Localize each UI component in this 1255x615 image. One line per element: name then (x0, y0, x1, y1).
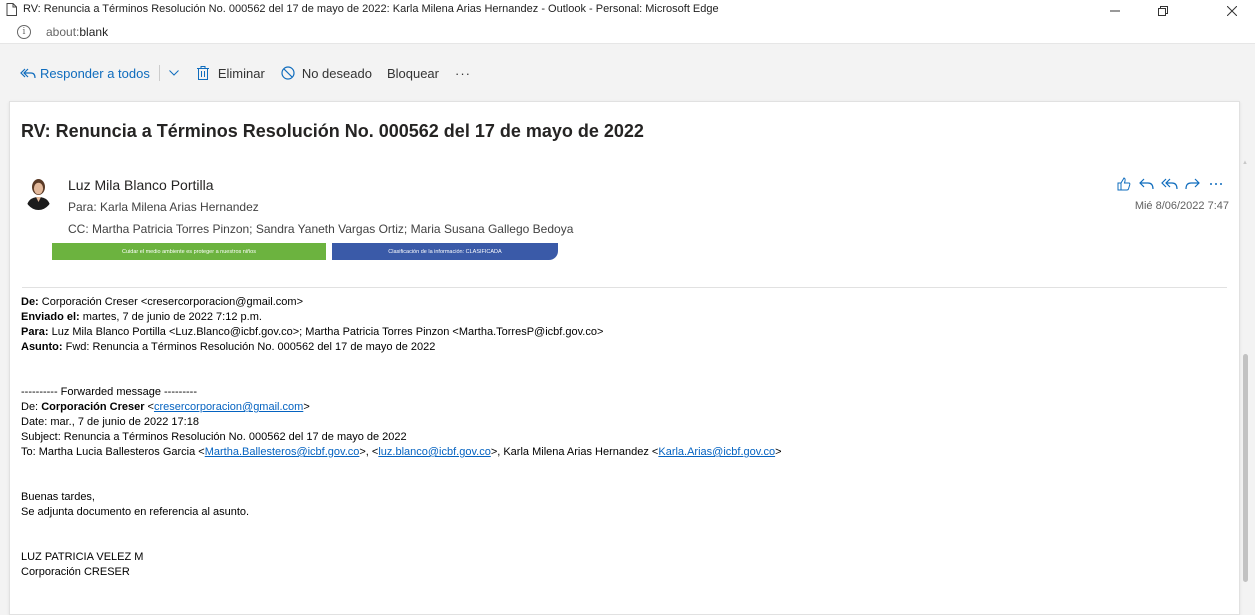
scroll-up-icon[interactable]: ▲ (1242, 160, 1248, 166)
message-body: De: Corporación Creser <cresercorporacio… (21, 295, 782, 580)
header-divider (22, 287, 1227, 288)
info-icon[interactable]: i (17, 25, 31, 39)
email-link[interactable]: Karla.Arias@icbf.gov.co (658, 446, 775, 458)
email-subject: RV: Renuncia a Términos Resolución No. 0… (21, 121, 644, 141)
message-toolbar: Responder a todos Eliminar No deseado Bl… (0, 58, 471, 88)
email-link[interactable]: luz.blanco@icbf.gov.co (378, 446, 490, 458)
trash-icon (196, 66, 209, 80)
page-icon (6, 3, 17, 21)
reply-icon[interactable] (1135, 174, 1158, 194)
close-icon[interactable] (1209, 0, 1255, 21)
to-recipients: Para: Karla Milena Arias Hernandez (68, 200, 259, 214)
classification-banner: Clasificación de la información: CLASIFI… (332, 243, 558, 260)
sent-date: Mié 8/06/2022 7:47 (1134, 200, 1229, 212)
window-titlebar: RV: Renuncia a Términos Resolución No. 0… (0, 0, 1255, 21)
reply-all-icon (20, 67, 36, 79)
block-circle-icon (281, 66, 295, 80)
reply-all-button[interactable]: Responder a todos (20, 66, 150, 81)
greeting: Buenas tardes, (21, 491, 95, 503)
email-link[interactable]: Martha.Ballesteros@icbf.gov.co (205, 446, 360, 458)
email-link[interactable]: cresercorporacion@gmail.com (154, 401, 303, 413)
junk-button[interactable]: No deseado (281, 66, 372, 81)
signature-name: LUZ PATRICIA VELEZ M (21, 551, 144, 563)
orig-sent-line: Enviado el: martes, 7 de junio de 2022 7… (21, 311, 262, 323)
fwd-date-line: Date: mar., 7 de junio de 2022 17:18 (21, 416, 199, 428)
message-card: RV: Renuncia a Términos Resolución No. 0… (9, 101, 1240, 615)
forwarded-marker: ---------- Forwarded message --------- (21, 386, 197, 398)
orig-to-line: Para: Luz Mila Blanco Portilla <Luz.Blan… (21, 326, 604, 338)
reply-all-icon[interactable] (1158, 174, 1181, 194)
forward-icon[interactable] (1181, 174, 1204, 194)
address-bar[interactable]: i about:blank (0, 21, 1255, 44)
fwd-subject-line: Subject: Renuncia a Términos Resolución … (21, 431, 407, 443)
fwd-from-line: De: Corporación Creser <cresercorporacio… (21, 401, 310, 413)
block-button[interactable]: Bloquear (387, 66, 439, 81)
orig-from-line: De: Corporación Creser <cresercorporacio… (21, 296, 304, 308)
delete-button[interactable]: Eliminar (196, 65, 265, 81)
minimize-icon[interactable] (1092, 0, 1138, 21)
chevron-down-icon[interactable] (169, 70, 179, 76)
fwd-to-line: To: Martha Lucia Ballesteros Garcia <Mar… (21, 446, 782, 458)
orig-subject-line: Asunto: Fwd: Renuncia a Términos Resoluc… (21, 341, 436, 353)
more-actions-button[interactable]: ··· (455, 66, 471, 81)
reply-all-label: Responder a todos (40, 65, 150, 81)
address-text[interactable]: about:blank (46, 25, 108, 39)
signature-org: Corporación CRESER (21, 566, 130, 578)
cc-recipients: CC: Martha Patricia Torres Pinzon; Sandr… (68, 222, 574, 236)
toolbar-separator (158, 65, 160, 81)
environment-banner: Cuidar el medio ambiente es proteger a n… (52, 243, 326, 260)
like-icon[interactable] (1112, 174, 1135, 194)
restore-icon[interactable] (1140, 0, 1186, 21)
avatar[interactable] (24, 176, 53, 210)
junk-label: No deseado (301, 65, 372, 81)
message-actions (1112, 174, 1227, 194)
scrollbar[interactable]: ▲ (1240, 102, 1250, 612)
more-icon[interactable] (1204, 174, 1227, 194)
scrollbar-thumb[interactable] (1243, 354, 1248, 582)
message-text: Se adjunta documento en referencia al as… (21, 506, 250, 518)
delete-label: Eliminar (217, 65, 265, 81)
sender-name[interactable]: Luz Mila Blanco Portilla (68, 177, 214, 193)
block-label: Bloquear (386, 65, 439, 81)
window-title: RV: Renuncia a Términos Resolución No. 0… (23, 3, 719, 15)
